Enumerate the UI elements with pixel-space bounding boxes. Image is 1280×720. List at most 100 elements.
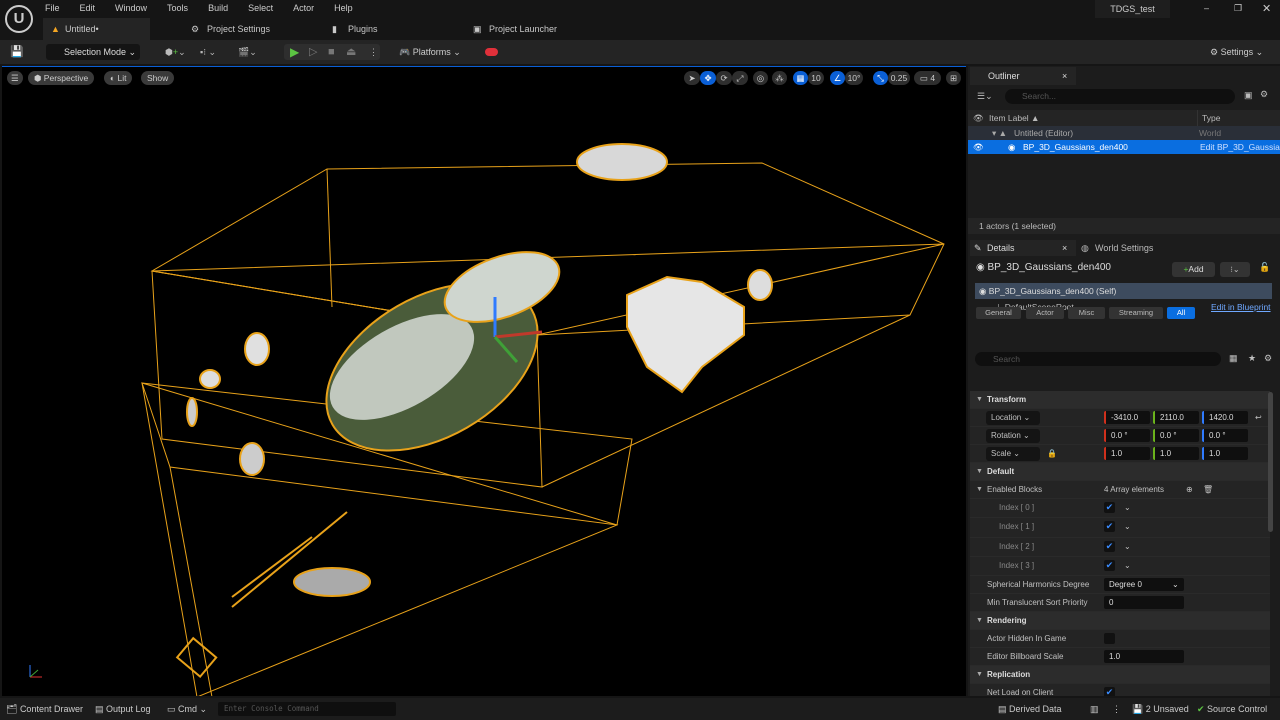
location-x-field[interactable]: -3410.0 xyxy=(1104,411,1150,424)
delete-icon[interactable]: 🗑 xyxy=(1203,481,1213,499)
grid-snap-toggle[interactable]: ▦ xyxy=(793,71,808,85)
rotation-z-field[interactable]: 0.0 ° xyxy=(1202,429,1248,442)
details-tab[interactable]: ✎ Details × xyxy=(970,240,1076,256)
add-actor-button[interactable]: ⬢+⌄ xyxy=(165,44,186,60)
record-toggle[interactable] xyxy=(485,48,498,56)
visibility-icon[interactable]: 👁 xyxy=(973,140,984,154)
platforms-button[interactable]: 🎮 Platforms ⌄ xyxy=(399,44,461,60)
sh-degree-dropdown[interactable]: Degree 0 ⌄ xyxy=(1104,578,1184,591)
index-2-checkbox[interactable]: ✔ xyxy=(1104,541,1115,552)
menu-help[interactable]: Help xyxy=(334,3,353,13)
outliner-search-input[interactable]: Search... xyxy=(1005,89,1235,104)
location-z-field[interactable]: 1420.0 xyxy=(1202,411,1248,424)
chevron-down-icon[interactable]: ⌄ xyxy=(1124,518,1131,536)
rotation-snap-toggle[interactable]: ∠ xyxy=(830,71,845,85)
cmd-dropdown[interactable]: ▭ Cmd ⌄ xyxy=(167,698,207,720)
tab-project-settings[interactable]: ⚙ Project Settings xyxy=(185,18,270,40)
scale-snap-value[interactable]: 0.25 xyxy=(888,71,910,85)
scale-x-field[interactable]: 1.0 xyxy=(1104,447,1150,460)
location-y-field[interactable]: 2110.0 xyxy=(1153,411,1199,424)
unsaved-button[interactable]: 💾 2 Unsaved xyxy=(1132,698,1189,720)
save-icon[interactable]: 💾 xyxy=(10,44,24,60)
selection-mode-dropdown[interactable]: Selection Mode ⌄ xyxy=(46,44,140,60)
settings-button[interactable]: ⚙ Settings ⌄ xyxy=(1210,44,1263,60)
rotate-tool-icon[interactable]: ⟳ xyxy=(716,71,732,85)
details-search-input[interactable]: Search xyxy=(975,352,1221,366)
filter-actor[interactable]: Actor xyxy=(1026,307,1064,319)
tab-untitled[interactable]: ▲ Untitled• xyxy=(43,18,150,40)
ue-logo[interactable]: U xyxy=(5,5,33,33)
play-button[interactable]: ▶ xyxy=(290,44,299,60)
outliner-row-world[interactable]: ▾ ▲ Untitled (Editor) World xyxy=(968,126,1280,140)
index-0-checkbox[interactable]: ✔ xyxy=(1104,502,1115,513)
section-default[interactable]: ▼ Default xyxy=(970,463,1270,481)
edit-blueprint-link[interactable]: Edit BP_3D_Gaussia xyxy=(1200,140,1280,154)
new-folder-icon[interactable]: ▣ xyxy=(1244,90,1253,101)
scale-snap-toggle[interactable]: ⤡ xyxy=(873,71,888,85)
column-item-label[interactable]: Item Label ▲ xyxy=(989,110,1039,126)
blueprint-button[interactable]: ▪⁝ ⌄ xyxy=(200,44,216,60)
column-type[interactable]: Type xyxy=(1197,110,1220,126)
visibility-icon[interactable]: 👁 xyxy=(973,110,984,126)
section-replication[interactable]: ▼ Replication xyxy=(970,666,1270,684)
add-component-button[interactable]: +Add xyxy=(1172,262,1215,277)
outliner-row-actor[interactable]: 👁 ◉ BP_3D_Gaussians_den400 Edit BP_3D_Gauss… xyxy=(968,140,1280,154)
edit-in-blueprint-link[interactable]: Edit in Blueprint xyxy=(1211,302,1271,312)
actor-hidden-checkbox[interactable] xyxy=(1104,633,1115,644)
world-space-icon[interactable]: ◎ xyxy=(753,71,768,85)
camera-speed-button[interactable]: ▭ 4 xyxy=(914,71,941,85)
filter-icon[interactable]: ☰⌄ xyxy=(977,91,993,102)
rotation-y-field[interactable]: 0.0 ° xyxy=(1153,429,1199,442)
scale-lock-icon[interactable]: 🔒 xyxy=(1047,445,1057,463)
content-drawer-button[interactable]: 🗂 Content Drawer xyxy=(6,698,83,720)
rotation-dropdown[interactable]: Rotation ⌄ xyxy=(986,429,1040,443)
outliner-tab[interactable]: Outliner × xyxy=(970,67,1076,85)
show-button[interactable]: Show xyxy=(141,71,175,85)
menu-build[interactable]: Build xyxy=(208,3,228,13)
menu-select[interactable]: Select xyxy=(248,3,273,13)
reset-icon[interactable]: ↩ xyxy=(1255,409,1262,427)
more-icon[interactable]: ⋮ xyxy=(1112,698,1121,720)
maximize-button[interactable]: ❐ xyxy=(1234,3,1242,14)
menu-file[interactable]: File xyxy=(45,3,60,13)
close-outliner-icon[interactable]: × xyxy=(1062,67,1067,85)
billboard-scale-field[interactable]: 1.0 xyxy=(1104,650,1184,663)
filter-all[interactable]: All xyxy=(1167,307,1195,319)
close-details-icon[interactable]: × xyxy=(1062,240,1067,256)
section-transform[interactable]: ▼ Transform xyxy=(970,391,1270,409)
filter-general[interactable]: General xyxy=(976,307,1021,319)
more-options-icon[interactable]: ⋮ xyxy=(369,44,378,60)
surface-snap-icon[interactable]: ⁂ xyxy=(772,71,787,85)
menu-window[interactable]: Window xyxy=(115,3,147,13)
net-load-checkbox[interactable]: ✔ xyxy=(1104,687,1115,696)
grid-snap-value[interactable]: 10 xyxy=(808,71,824,85)
lit-button[interactable]: ◐ Lit xyxy=(104,71,133,85)
chevron-down-icon[interactable]: ⌄ xyxy=(1124,557,1131,575)
menu-edit[interactable]: Edit xyxy=(80,3,96,13)
tab-plugins[interactable]: ▮ Plugins xyxy=(326,18,378,40)
chevron-down-icon[interactable]: ⌄ xyxy=(1124,499,1131,517)
console-input[interactable]: Enter Console Command xyxy=(218,702,396,716)
trace-icon[interactable]: ▥ xyxy=(1090,698,1099,720)
viewport-options-button[interactable]: ☰ xyxy=(7,71,23,85)
output-log-button[interactable]: ▤ Output Log xyxy=(95,698,151,720)
translate-tool-icon[interactable]: ✥ xyxy=(700,71,716,85)
level-viewport[interactable] xyxy=(2,66,966,696)
scale-tool-icon[interactable]: ⤢ xyxy=(732,71,748,85)
section-rendering[interactable]: ▼ Rendering xyxy=(970,612,1270,630)
close-button[interactable]: ✕ xyxy=(1262,2,1271,15)
sort-priority-field[interactable]: 0 xyxy=(1104,596,1184,609)
eject-button[interactable]: ⏏ xyxy=(346,44,356,60)
outliner-settings-icon[interactable]: ⚙ xyxy=(1260,89,1268,100)
blueprint-options-button[interactable]: ⁝⌄ xyxy=(1220,262,1250,277)
source-control-button[interactable]: ✔ Source Control xyxy=(1197,698,1267,720)
world-settings-tab[interactable]: ◍ World Settings xyxy=(1080,240,1153,256)
scale-y-field[interactable]: 1.0 xyxy=(1153,447,1199,460)
rotation-x-field[interactable]: 0.0 ° xyxy=(1104,429,1150,442)
component-self-row[interactable]: ◉ BP_3D_Gaussians_den400 (Self) xyxy=(975,283,1272,299)
select-tool-icon[interactable]: ➤ xyxy=(684,71,700,85)
index-3-checkbox[interactable]: ✔ xyxy=(1104,560,1115,571)
details-scrollbar[interactable] xyxy=(1268,392,1273,532)
chevron-down-icon[interactable]: ⌄ xyxy=(1124,538,1131,556)
stop-button[interactable]: ■ xyxy=(328,44,335,60)
